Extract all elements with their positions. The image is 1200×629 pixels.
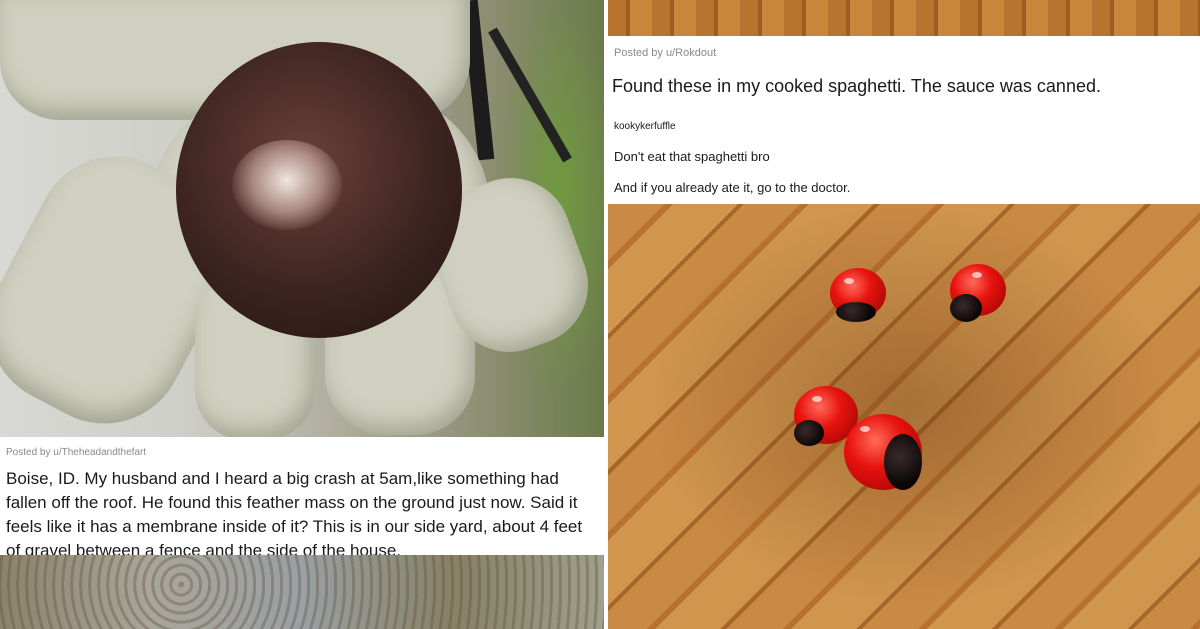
seeds-on-wood-photo (608, 204, 1200, 629)
tripod-leg (488, 27, 572, 163)
seed-highlight (844, 278, 854, 284)
left-post-title[interactable]: Boise, ID. My husband and I heard a big … (6, 467, 600, 563)
red-seed (830, 268, 886, 322)
right-post-title[interactable]: Found these in my cooked spaghetti. The … (612, 73, 1200, 99)
left-post-panel: Posted by u/Theheadandthefart Boise, ID.… (0, 0, 604, 629)
comment-line: And if you already ate it, go to the doc… (614, 180, 851, 195)
seed-highlight (812, 396, 822, 402)
seed-highlight (860, 426, 870, 432)
comment-line: Don't eat that spaghetti bro (614, 149, 770, 164)
wood-strip-top (608, 0, 1200, 36)
feather-mass-photo (0, 0, 604, 452)
comment-author[interactable]: kookykerfuffle (614, 121, 676, 132)
seed-black-spot (950, 294, 982, 322)
red-seed (844, 414, 922, 490)
seed-black-spot (794, 420, 824, 446)
left-post-author[interactable]: Posted by u/Theheadandthefart (6, 447, 146, 458)
seed-highlight (972, 272, 982, 278)
red-seed (950, 264, 1006, 322)
gravel-texture (0, 555, 604, 629)
white-feather-tuft (232, 140, 342, 230)
seed-black-spot (884, 434, 922, 490)
right-post-card (608, 36, 1200, 204)
right-post-author[interactable]: Posted by u/Rokdout (614, 47, 716, 59)
right-post-panel: Posted by u/Rokdout Found these in my co… (608, 0, 1200, 629)
seed-black-spot (836, 302, 876, 322)
